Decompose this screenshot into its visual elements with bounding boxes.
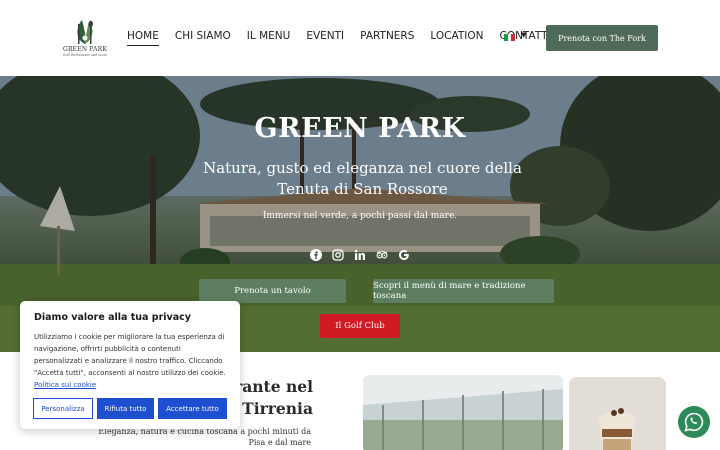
- hero-subtitle: Natura, gusto ed eleganza nel cuore dell…: [203, 159, 522, 198]
- main-nav: HOME CHI SIAMO IL MENU EVENTI PARTNERS L…: [127, 30, 567, 46]
- nav-location[interactable]: LOCATION: [430, 30, 483, 46]
- nav-chi-siamo[interactable]: CHI SIAMO: [175, 30, 231, 46]
- cookie-policy-link[interactable]: Politica sui cookie: [34, 381, 96, 389]
- cookie-consent-banner: Diamo valore alla tua privacy Utilizziam…: [20, 301, 240, 429]
- book-thefork-button[interactable]: Prenota con The Fork: [546, 25, 658, 51]
- cookie-title: Diamo valore alla tua privacy: [34, 312, 191, 323]
- nav-partners[interactable]: PARTNERS: [360, 30, 414, 46]
- whatsapp-chat-button[interactable]: [678, 406, 710, 438]
- intro-description: Eleganza, natura e cucina toscana a poch…: [98, 427, 311, 447]
- restaurant-interior-photo: [363, 375, 563, 450]
- social-links: [310, 249, 410, 261]
- book-table-button[interactable]: Prenota un tavolo: [199, 279, 346, 303]
- logo-tagline: Golf Restaurant and more: [62, 53, 108, 57]
- site-header: GREEN PARK Golf Restaurant and more HOME…: [0, 0, 720, 76]
- cookie-body: Utilizziamo i cookie per migliorare la t…: [34, 333, 226, 377]
- nav-eventi[interactable]: EVENTI: [306, 30, 344, 46]
- cookie-accept-button[interactable]: Accettare tutto: [158, 398, 227, 419]
- tripadvisor-icon[interactable]: [376, 249, 388, 261]
- cookie-text: Utilizziamo i cookie per migliorare la t…: [34, 331, 230, 391]
- nav-menu[interactable]: IL MENU: [247, 30, 291, 46]
- hero-title: GREEN PARK: [254, 113, 466, 144]
- chevron-down-icon[interactable]: ▼: [521, 31, 526, 39]
- google-icon[interactable]: [398, 249, 410, 261]
- italy-flag-icon[interactable]: [504, 34, 516, 41]
- nav-home[interactable]: HOME: [127, 30, 159, 46]
- cookie-customize-button[interactable]: Personalizza: [33, 398, 93, 419]
- logo-wordmark: GREEN PARK: [62, 46, 108, 53]
- whatsapp-icon: [684, 412, 704, 432]
- dessert-photo: [569, 377, 666, 450]
- instagram-icon[interactable]: [332, 249, 344, 261]
- hero-tagline: Immersi nel verde, a pochi passi dal mar…: [262, 211, 458, 221]
- golf-club-button[interactable]: Il Golf Club: [320, 314, 400, 338]
- discover-menu-button[interactable]: Scopri il menù di mare e tradizione tosc…: [373, 279, 554, 303]
- cookie-reject-button[interactable]: Rifiuta tutto: [97, 398, 154, 419]
- facebook-icon[interactable]: [310, 249, 322, 261]
- linkedin-icon[interactable]: [354, 249, 366, 261]
